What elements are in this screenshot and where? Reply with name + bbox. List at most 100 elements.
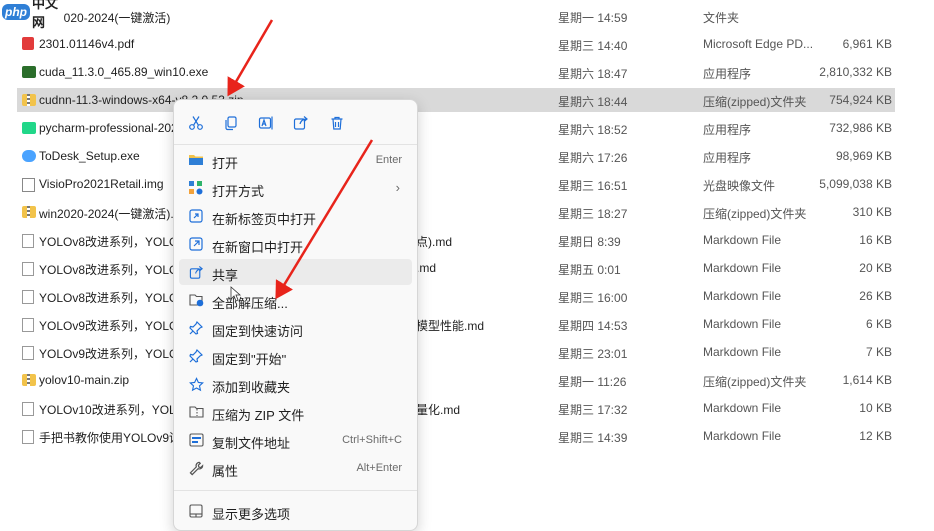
- menu-item-open-with[interactable]: 打开方式 ›: [179, 175, 412, 201]
- share-icon: [189, 265, 203, 279]
- file-size: 2,810,332 KB: [819, 65, 892, 79]
- zip-compress-icon: [188, 406, 204, 418]
- watermark-text: 中文网: [32, 0, 59, 30]
- menu-item-label: 属性: [212, 464, 239, 479]
- file-date: 星期六 18:47: [558, 67, 628, 81]
- nvidia-exe-icon: [22, 66, 36, 78]
- menu-item-label: 在新窗口中打开: [212, 240, 304, 255]
- file-size: 6 KB: [865, 317, 892, 331]
- file-size: 6,961 KB: [842, 37, 892, 51]
- file-row[interactable]: win2020-2024(一键激活) 星期一 14:59 文件夹: [0, 2, 934, 30]
- new-tab-icon: [189, 209, 203, 223]
- markdown-file-icon: [22, 262, 34, 276]
- file-name: YOLOv8改进系列，YOLOv: [39, 291, 185, 305]
- file-date: 星期三 14:39: [558, 431, 628, 445]
- markdown-file-icon: [22, 234, 34, 248]
- menu-item-compress-zip[interactable]: 压缩为 ZIP 文件: [179, 399, 412, 425]
- file-row[interactable]: 2301.01146v4.pdf 星期三 14:40 Microsoft Edge …: [0, 30, 934, 58]
- delete-button[interactable]: [326, 112, 348, 134]
- copy-button[interactable]: [220, 112, 242, 134]
- file-date: 星期六 18:44: [558, 95, 628, 109]
- menu-item-pin-start[interactable]: 固定到"开始": [179, 343, 412, 369]
- menu-item-label: 在新标签页中打开: [212, 212, 317, 227]
- menu-item-label: 压缩为 ZIP 文件: [212, 408, 305, 423]
- copy-path-icon: [188, 433, 204, 447]
- rename-button[interactable]: [255, 112, 277, 134]
- pin-start-icon: [189, 349, 203, 363]
- file-size: 98,969 KB: [835, 149, 892, 163]
- menu-item-open-new-tab[interactable]: 在新标签页中打开: [179, 203, 412, 229]
- site-watermark: php 中文网: [0, 0, 64, 30]
- file-size: 1,614 KB: [842, 373, 892, 387]
- share-icon: [293, 116, 308, 130]
- file-date: 星期三 23:01: [558, 347, 628, 361]
- file-type: Markdown File: [703, 233, 782, 247]
- menu-item-extract-all[interactable]: 全部解压缩...: [179, 287, 412, 313]
- cut-button[interactable]: [185, 112, 207, 134]
- pdf-icon: [22, 37, 34, 50]
- file-row[interactable]: 手把书教你使用YOLOv9训练 星期三 14:39 Markdown File 12 …: [0, 422, 934, 450]
- properties-icon: [189, 461, 203, 475]
- file-date: 星期六 18:52: [558, 123, 628, 137]
- menu-item-pin-quick-access[interactable]: 固定到快速访问: [179, 315, 412, 341]
- markdown-file-icon: [22, 430, 34, 444]
- menu-item-share[interactable]: 共享: [179, 259, 412, 285]
- file-size: 16 KB: [859, 233, 892, 247]
- menu-item-label: 固定到快速访问: [212, 324, 304, 339]
- pycharm-icon: [22, 122, 36, 134]
- file-name: VisioPro2021Retail.img: [39, 177, 164, 191]
- menu-item-properties[interactable]: 属性 Alt+Enter: [179, 455, 412, 481]
- file-name: YOLOv10改进系列，YOLOv: [39, 403, 192, 417]
- menu-item-open[interactable]: 打开 Enter: [179, 147, 412, 173]
- context-menu-toolbar: [174, 100, 417, 144]
- rename-icon: [258, 116, 273, 130]
- file-row[interactable]: YOLOv8改进系列，YOLOv 星期三 16:00 Markdown File 26…: [0, 282, 934, 310]
- file-row[interactable]: YOLOv8改进系列，YOLOv 点).md 星期日 8:39 Markdown Fi…: [0, 226, 934, 254]
- todesk-icon: [22, 150, 36, 162]
- file-date: 星期五 0:01: [558, 263, 621, 277]
- file-date: 星期一 11:26: [558, 375, 627, 389]
- file-row[interactable]: YOLOv9改进系列，YOLOv 模型性能.md 星期四 14:53 Markdown…: [0, 310, 934, 338]
- file-row[interactable]: YOLOv9改进系列，YOLOv 星期三 23:01 Markdown File 7 …: [0, 338, 934, 366]
- menu-item-more-options[interactable]: 显示更多选项: [179, 498, 412, 524]
- file-name: cuda_11.3.0_465.89_win10.exe: [39, 65, 209, 79]
- menu-item-open-new-window[interactable]: 在新窗口中打开: [179, 231, 412, 257]
- zip-icon: [22, 374, 36, 386]
- copy-icon: [225, 116, 237, 131]
- file-row[interactable]: yolov10-main.zip 星期一 11:26 压缩(zipped)文件夹 1,…: [0, 366, 934, 394]
- file-type: 应用程序: [703, 151, 752, 165]
- file-row[interactable]: win2020-2024(一键激活).z 星期三 18:27 压缩(zipped)文…: [0, 198, 934, 226]
- zip-icon: [22, 94, 36, 106]
- menu-item-add-favorites[interactable]: 添加到收藏夹: [179, 371, 412, 397]
- file-type: Microsoft Edge PD...: [703, 37, 814, 51]
- file-type: Markdown File: [703, 317, 782, 331]
- markdown-file-icon: [22, 290, 34, 304]
- cut-icon: [189, 116, 203, 130]
- file-row[interactable]: ToDesk_Setup.exe 星期六 17:26 应用程序 98,969 KB: [0, 142, 934, 170]
- file-name: yolov10-main.zip: [39, 373, 130, 387]
- file-date: 星期三 17:32: [558, 403, 628, 417]
- file-row[interactable]: cudnn-11.3-windows-x64-v8.2.0.53.zip 星期六 …: [0, 86, 934, 114]
- file-row[interactable]: YOLOv8改进系列，YOLOv .md 星期五 0:01 Markdown File…: [0, 254, 934, 282]
- menu-item-shortcut: Alt+Enter: [356, 462, 402, 474]
- file-name: YOLOv8改进系列，YOLOv: [39, 263, 185, 277]
- star-icon: [188, 376, 204, 391]
- file-row[interactable]: pycharm-professional-202 星期六 18:52 应用程序 732…: [0, 114, 934, 142]
- file-row[interactable]: VisioPro2021Retail.img 星期三 16:51 光盘映像文件 5,0…: [0, 170, 934, 198]
- file-row[interactable]: cuda_11.3.0_465.89_win10.exe 星期六 18:47 应用程…: [0, 58, 934, 86]
- menu-separator: [174, 490, 417, 491]
- file-date: 星期六 17:26: [558, 151, 628, 165]
- extract-icon: [188, 294, 203, 307]
- file-name-tail: .md: [416, 261, 437, 275]
- file-date: 星期三 18:27: [558, 207, 628, 221]
- menu-item-copy-path[interactable]: 复制文件地址 Ctrl+Shift+C: [179, 427, 412, 453]
- file-name: win2020-2024(一键激活).z: [39, 207, 180, 221]
- file-row[interactable]: YOLOv10改进系列，YOLOv 量化.md 星期三 17:32 Markdown …: [0, 394, 934, 422]
- file-name: YOLOv9改进系列，YOLOv: [39, 319, 185, 333]
- menu-item-label: 共享: [212, 268, 239, 283]
- file-size: 12 KB: [859, 429, 892, 443]
- file-type: Markdown File: [703, 401, 782, 415]
- share-button[interactable]: [290, 112, 312, 134]
- chevron-right-icon: ›: [395, 180, 400, 195]
- file-name: 手把书教你使用YOLOv9训练: [39, 431, 194, 445]
